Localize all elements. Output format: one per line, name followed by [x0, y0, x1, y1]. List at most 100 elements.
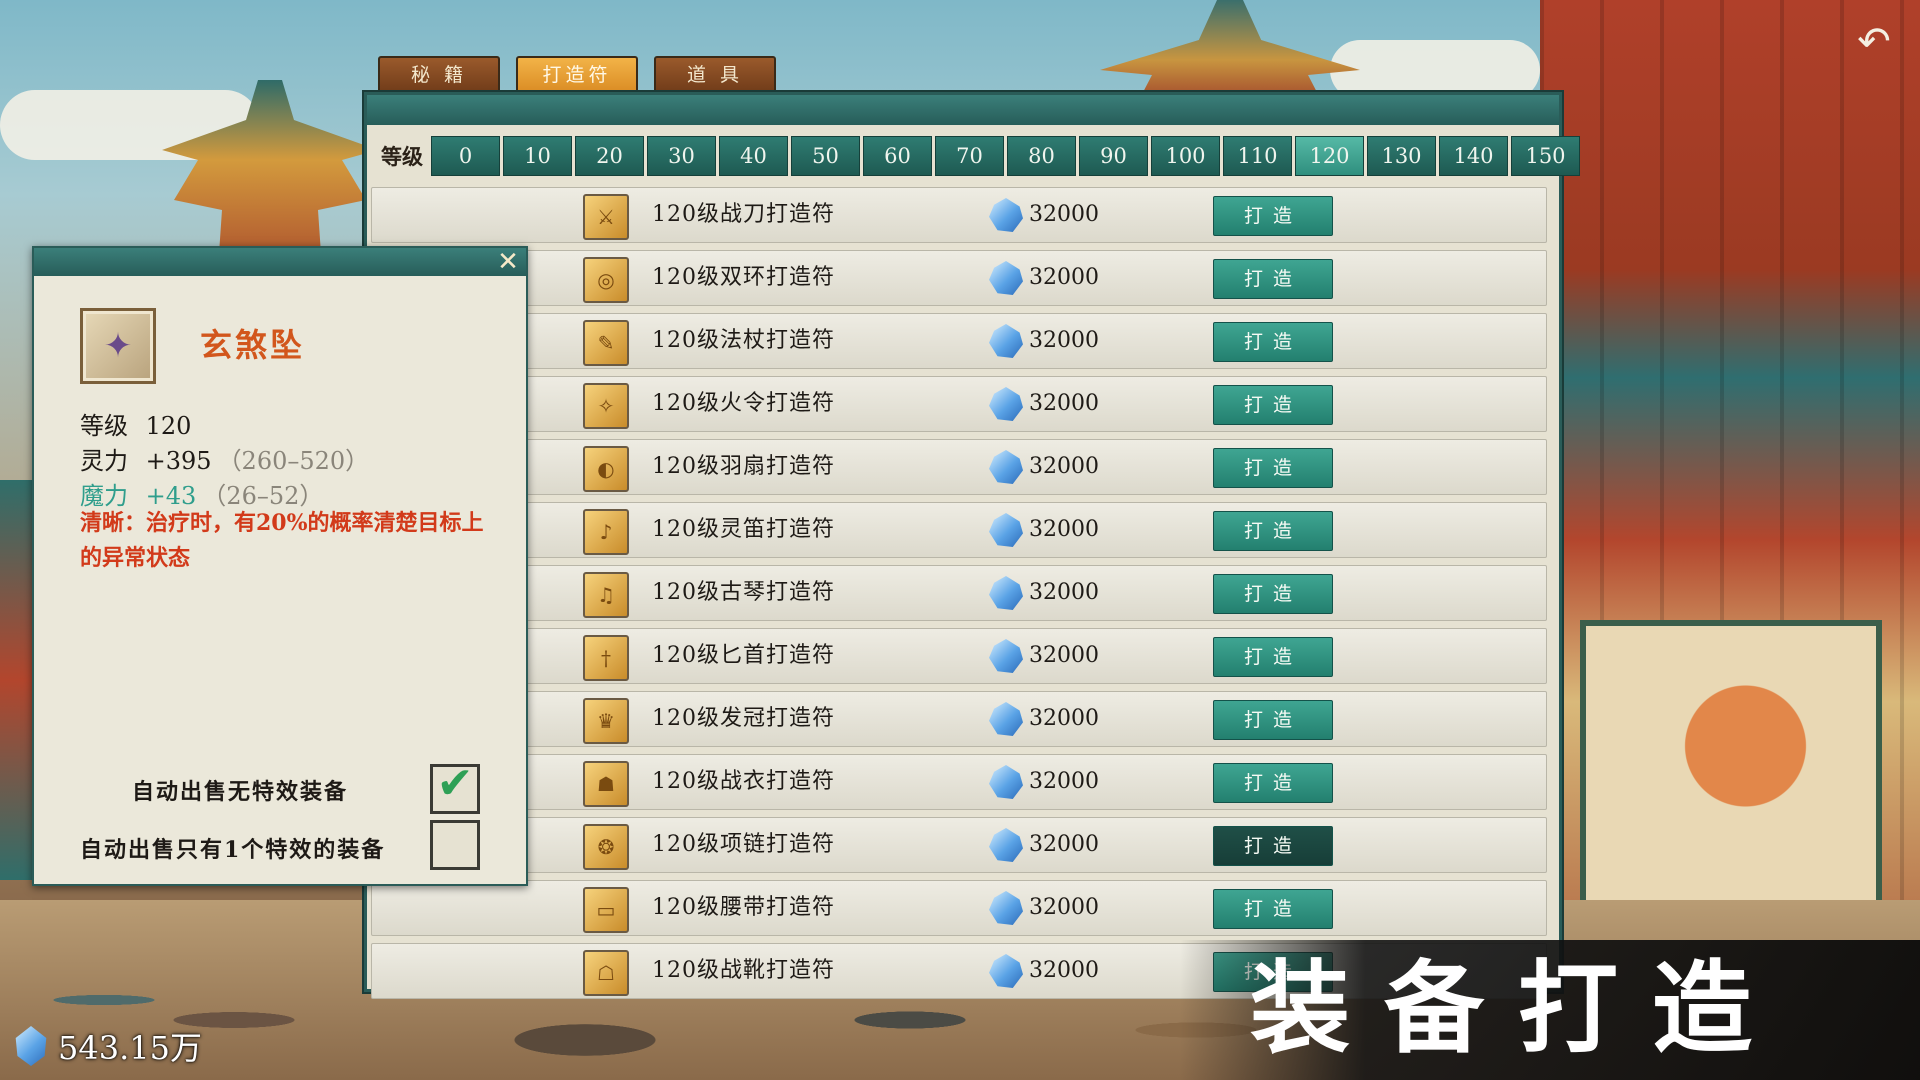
level-button[interactable]: 100	[1151, 136, 1220, 176]
forge-row: ✎ 120级法杖打造符 32000 打造	[371, 313, 1547, 369]
crystal-icon	[989, 198, 1023, 232]
forge-row: ✧ 120级火令打造符 32000 打造	[371, 376, 1547, 432]
forge-item-name: 120级古琴打造符	[652, 580, 835, 605]
forge-item-name: 120级项链打造符	[652, 832, 835, 857]
flute-talisman-icon: ♪	[583, 509, 629, 555]
level-filter-label: 等级	[381, 144, 423, 169]
crystal-icon	[15, 1026, 47, 1066]
level-button[interactable]: 20	[575, 136, 644, 176]
forge-item-name: 120级匕首打造符	[652, 643, 835, 668]
item-level-label: 等级	[80, 412, 128, 440]
level-button[interactable]: 0	[431, 136, 500, 176]
boots-talisman-icon: ☖	[583, 950, 629, 996]
level-button[interactable]: 60	[863, 136, 932, 176]
forge-row: ♫ 120级古琴打造符 32000 打造	[371, 565, 1547, 621]
tab-secret-books[interactable]: 秘 籍	[378, 56, 500, 96]
forge-item-name: 120级战衣打造符	[652, 769, 835, 794]
stat-spirit-range: （260–520）	[217, 447, 370, 475]
level-button[interactable]: 10	[503, 136, 572, 176]
crystal-icon	[989, 702, 1023, 736]
necklace-talisman-icon: ❂	[583, 824, 629, 870]
level-button[interactable]: 150	[1511, 136, 1580, 176]
background-pagoda	[1100, 0, 1360, 100]
tab-forge-talisman[interactable]: 打造符	[516, 56, 638, 96]
forge-cost: 32000	[1029, 769, 1099, 794]
crystal-icon	[989, 954, 1023, 988]
close-icon[interactable]: ✕	[494, 248, 522, 276]
forge-button[interactable]: 打造	[1213, 574, 1333, 614]
item-name: 玄煞坠	[200, 326, 306, 364]
level-button[interactable]: 50	[791, 136, 860, 176]
checkmark-icon: ✔	[436, 758, 474, 809]
forge-list: ⚔ 120级战刀打造符 32000 打造 ◎ 120级双环打造符 32000 打造 ✎ 120级法…	[371, 187, 1547, 1006]
level-button[interactable]: 30	[647, 136, 716, 176]
armor-talisman-icon: ☗	[583, 761, 629, 807]
auto-sell-no-effect-checkbox[interactable]: ✔	[430, 759, 480, 814]
level-button[interactable]: 70	[935, 136, 1004, 176]
forge-button[interactable]: 打造	[1213, 637, 1333, 677]
forge-row: ⚔ 120级战刀打造符 32000 打造	[371, 187, 1547, 243]
crystal-icon	[989, 765, 1023, 799]
forge-cost: 32000	[1029, 454, 1099, 479]
crown-talisman-icon: ♛	[583, 698, 629, 744]
forge-row: ♛ 120级发冠打造符 32000 打造	[371, 691, 1547, 747]
crystal-icon	[989, 387, 1023, 421]
auto-sell-no-effect-label: 自动出售无特效装备	[132, 779, 349, 805]
background-mural	[1580, 620, 1882, 932]
level-button[interactable]: 130	[1367, 136, 1436, 176]
forge-button[interactable]: 打造	[1213, 448, 1333, 488]
forge-button[interactable]: 打造	[1213, 763, 1333, 803]
level-button[interactable]: 120	[1295, 136, 1364, 176]
stat-spirit-value: +395	[145, 447, 212, 475]
tab-items[interactable]: 道 具	[654, 56, 776, 96]
crystal-icon	[989, 576, 1023, 610]
item-detail-popup: ✕ ✦ 玄煞坠 等级 120 灵力 +395 （260–520） 魔力 +43 （2…	[32, 246, 528, 886]
level-filter-bar: 等级 0 10 20 30 40 50 60 70 80 90 100 110 120 130 140 150	[373, 136, 1580, 176]
auto-sell-one-effect-checkbox[interactable]	[430, 820, 480, 870]
forge-item-name: 120级灵笛打造符	[652, 517, 835, 542]
crystal-icon	[989, 513, 1023, 547]
level-button[interactable]: 40	[719, 136, 788, 176]
popup-header: ✕	[34, 248, 526, 276]
fire-token-talisman-icon: ✧	[583, 383, 629, 429]
stat-spirit-label: 灵力	[80, 447, 128, 475]
forge-button[interactable]: 打造	[1213, 826, 1333, 866]
forge-cost: 32000	[1029, 580, 1099, 605]
forge-button[interactable]: 打造	[1213, 196, 1333, 236]
forge-button[interactable]: 打造	[1213, 889, 1333, 929]
level-button[interactable]: 80	[1007, 136, 1076, 176]
forge-row: † 120级匕首打造符 32000 打造	[371, 628, 1547, 684]
forge-cost: 32000	[1029, 328, 1099, 353]
forge-row: ☗ 120级战衣打造符 32000 打造	[371, 754, 1547, 810]
forge-cost: 32000	[1029, 391, 1099, 416]
forge-item-name: 120级腰带打造符	[652, 895, 835, 920]
forge-cost: 32000	[1029, 706, 1099, 731]
crystal-icon	[989, 891, 1023, 925]
crystal-icon	[989, 450, 1023, 484]
forge-button[interactable]: 打造	[1213, 385, 1333, 425]
level-button[interactable]: 140	[1439, 136, 1508, 176]
forge-row: ◎ 120级双环打造符 32000 打造	[371, 250, 1547, 306]
level-buttons: 0 10 20 30 40 50 60 70 80 90 100 110 120 130 140 150	[431, 136, 1580, 176]
feather-fan-talisman-icon: ◐	[583, 446, 629, 492]
rings-talisman-icon: ◎	[583, 257, 629, 303]
panel-header	[367, 95, 1559, 125]
background-cloud	[1330, 40, 1540, 100]
staff-talisman-icon: ✎	[583, 320, 629, 366]
crystal-icon	[989, 261, 1023, 295]
forge-row: ❂ 120级项链打造符 32000 打造	[371, 817, 1547, 873]
forge-item-name: 120级火令打造符	[652, 391, 835, 416]
auto-sell-one-effect-label: 自动出售只有1个特效的装备	[80, 837, 386, 863]
forge-button[interactable]: 打造	[1213, 511, 1333, 551]
forge-button[interactable]: 打造	[1213, 322, 1333, 362]
forge-cost: 32000	[1029, 958, 1099, 983]
level-button[interactable]: 110	[1223, 136, 1292, 176]
forge-button[interactable]: 打造	[1213, 700, 1333, 740]
back-arrow-icon[interactable]: ↶	[1848, 20, 1900, 64]
category-tabs: 秘 籍 打造符 道 具	[378, 56, 776, 96]
item-stat-spirit: 灵力 +395 （260–520）	[80, 441, 369, 476]
promo-caption: 装备打造	[1250, 949, 1786, 1067]
level-button[interactable]: 90	[1079, 136, 1148, 176]
forge-cost: 32000	[1029, 517, 1099, 542]
forge-button[interactable]: 打造	[1213, 259, 1333, 299]
